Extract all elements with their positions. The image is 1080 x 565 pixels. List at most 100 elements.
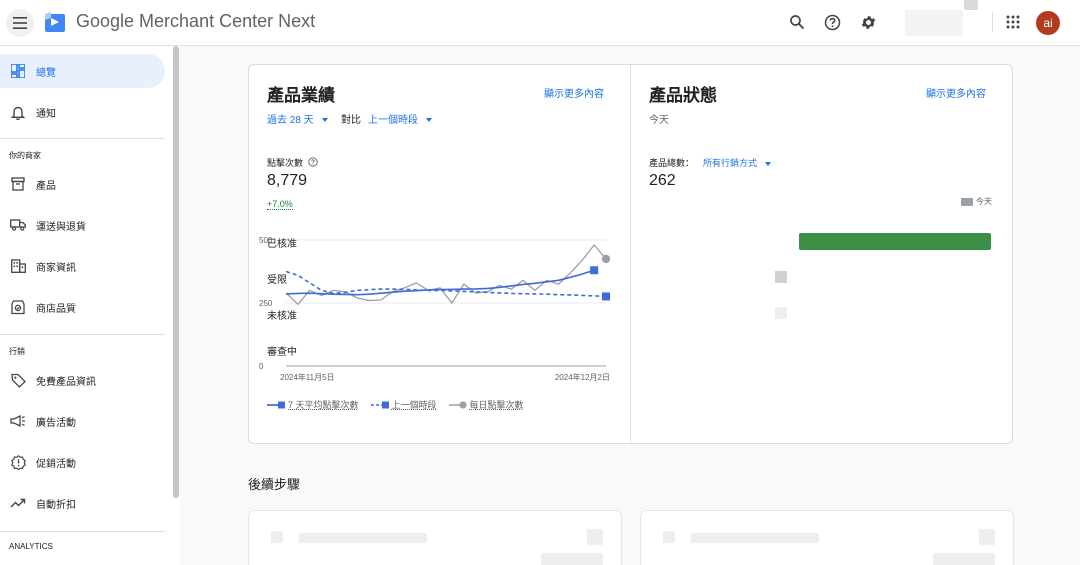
x-tick-label: 2024年11月5日 bbox=[280, 372, 335, 382]
sidebar-divider bbox=[0, 138, 165, 139]
date-range-dropdown[interactable]: 過去 28 天 bbox=[267, 111, 328, 126]
sidebar-scrollbar[interactable] bbox=[173, 46, 179, 498]
store-quality-icon bbox=[9, 298, 27, 316]
channel-label: 所有行銷方式 bbox=[703, 158, 758, 168]
section-label-marketing: 行銷 bbox=[9, 347, 25, 356]
loading-placeholder bbox=[299, 533, 427, 543]
sidebar-item-label: 運送與退貨 bbox=[36, 221, 86, 233]
legend-solid-square-icon bbox=[267, 401, 285, 408]
loading-placeholder bbox=[271, 531, 283, 543]
sidebar-item-label: 商店品質 bbox=[36, 303, 76, 315]
settings-button[interactable] bbox=[857, 11, 879, 33]
series-end-marker bbox=[601, 254, 611, 264]
sidebar-item-promotions[interactable]: 促銷活動 bbox=[0, 445, 165, 479]
redacted-block bbox=[964, 0, 978, 10]
account-avatar[interactable]: ai bbox=[1036, 11, 1060, 35]
help-icon[interactable] bbox=[307, 157, 318, 167]
series-end-marker bbox=[602, 292, 610, 301]
compare-label: 上一個時段 bbox=[368, 115, 418, 126]
sidebar-item-products[interactable]: 產品 bbox=[0, 167, 165, 201]
status-bar[interactable] bbox=[775, 307, 787, 319]
legend-label: 上一個時段 bbox=[391, 400, 437, 410]
channel-dropdown[interactable]: 所有行銷方式 bbox=[703, 156, 772, 169]
section-label-business: 你的商家 bbox=[9, 151, 41, 160]
series-line-daily-clicks bbox=[285, 243, 607, 306]
sidebar-item-label: 廣告活動 bbox=[36, 417, 76, 429]
loading-placeholder bbox=[541, 553, 603, 565]
status-bar[interactable] bbox=[775, 271, 787, 283]
next-steps-title: 後續步驟 bbox=[248, 477, 301, 492]
dashboard-icon bbox=[9, 62, 27, 80]
status-row-label: 未核准 bbox=[267, 311, 297, 322]
performance-title: 產品業績 bbox=[267, 86, 335, 105]
status-legend-label: 今天 bbox=[976, 197, 992, 206]
tag-icon bbox=[9, 371, 27, 389]
sidebar-item-label: 促銷活動 bbox=[36, 458, 76, 470]
main-menu-button[interactable] bbox=[6, 9, 34, 37]
loading-placeholder bbox=[587, 529, 603, 545]
x-tick-label: 2024年12月2日 bbox=[555, 372, 610, 382]
gear-icon bbox=[861, 15, 875, 29]
metric-value: 8,779 bbox=[267, 172, 308, 189]
sidebar-item-label: 產品 bbox=[36, 180, 56, 192]
account-switcher-redacted[interactable] bbox=[905, 10, 963, 36]
clicks-line-chart: 02505002024年11月5日 2024年12月2日 bbox=[259, 236, 611, 382]
sidebar-item-campaigns[interactable]: 廣告活動 bbox=[0, 404, 165, 438]
total-products-value: 262 bbox=[649, 172, 676, 189]
legend-label: 7 天平均點擊次數 bbox=[288, 400, 359, 410]
loading-placeholder bbox=[663, 531, 675, 543]
compare-dropdown[interactable]: 上一個時段 bbox=[368, 111, 432, 126]
y-tick-label: 0 bbox=[259, 362, 264, 371]
apps-grid-icon bbox=[1006, 15, 1020, 29]
status-subtitle: 今天 bbox=[649, 115, 669, 126]
compare-prefix: 對比 bbox=[341, 115, 361, 126]
sidebar-item-notifications[interactable]: 通知 bbox=[0, 95, 165, 129]
legend-item-7day-avg[interactable]: 7 天平均點擊次數 bbox=[267, 398, 359, 411]
sidebar: 總覽 通知 你的商家 產品 運送與退貨 商家資訊 商店品質 行銷 免費產品資訊 … bbox=[0, 46, 180, 565]
building-icon bbox=[9, 257, 27, 275]
chevron-down-icon bbox=[765, 161, 772, 166]
legend-item-daily-clicks[interactable]: 每日點擊次數 bbox=[448, 398, 524, 411]
status-show-more-link[interactable]: 顯示更多內容 bbox=[926, 85, 986, 100]
hamburger-menu-icon bbox=[13, 17, 27, 29]
section-label-analytics: ANALYTICS bbox=[9, 542, 53, 551]
sidebar-item-store-quality[interactable]: 商店品質 bbox=[0, 290, 165, 324]
next-step-card-placeholder[interactable] bbox=[640, 510, 1014, 565]
legend-label: 每日點擊次數 bbox=[469, 400, 524, 410]
bell-icon bbox=[9, 103, 27, 121]
sidebar-item-shipping-returns[interactable]: 運送與退貨 bbox=[0, 208, 165, 242]
search-button[interactable] bbox=[786, 11, 808, 33]
next-step-card-placeholder[interactable] bbox=[248, 510, 622, 565]
status-row-label: 審查中 bbox=[267, 347, 297, 358]
megaphone-icon bbox=[9, 412, 27, 430]
merchant-center-logo-icon bbox=[45, 12, 65, 32]
search-icon bbox=[790, 15, 805, 30]
legend-item-previous-period[interactable]: 上一個時段 bbox=[370, 398, 437, 411]
legend-dashed-square-icon bbox=[370, 401, 389, 408]
promotion-icon bbox=[9, 453, 27, 471]
help-button[interactable] bbox=[821, 11, 843, 33]
panel-divider bbox=[630, 65, 631, 443]
toolbar-divider bbox=[992, 12, 993, 32]
sidebar-item-overview[interactable]: 總覽 bbox=[0, 54, 165, 88]
sidebar-item-label: 免費產品資訊 bbox=[36, 376, 96, 388]
status-row-label: 受限 bbox=[267, 275, 287, 286]
sidebar-item-free-listings[interactable]: 免費產品資訊 bbox=[0, 363, 165, 397]
sidebar-item-auto-discounts[interactable]: 自動折扣 bbox=[0, 486, 165, 520]
status-bar[interactable] bbox=[799, 233, 992, 250]
overview-card: 產品業績 顯示更多內容 過去 28 天 對比 上一個時段 點擊次數 8,779 … bbox=[248, 64, 1013, 444]
top-app-bar: Google Merchant Center Next ai bbox=[0, 0, 1080, 46]
loading-placeholder bbox=[979, 529, 995, 545]
sidebar-item-label: 總覽 bbox=[36, 67, 56, 79]
sidebar-item-label: 商家資訊 bbox=[36, 262, 76, 274]
trending-icon bbox=[9, 494, 27, 512]
metric-delta: +7.0% bbox=[267, 199, 293, 210]
sidebar-divider bbox=[0, 334, 165, 335]
sidebar-divider bbox=[0, 531, 165, 532]
performance-show-more-link[interactable]: 顯示更多內容 bbox=[544, 85, 604, 100]
sidebar-item-label: 自動折扣 bbox=[36, 499, 76, 511]
series-end-marker bbox=[590, 266, 599, 275]
chart-legend: 7 天平均點擊次數 上一個時段 每日點擊次數 bbox=[267, 398, 536, 411]
sidebar-item-business-info[interactable]: 商家資訊 bbox=[0, 249, 165, 283]
apps-button[interactable] bbox=[1002, 11, 1024, 33]
